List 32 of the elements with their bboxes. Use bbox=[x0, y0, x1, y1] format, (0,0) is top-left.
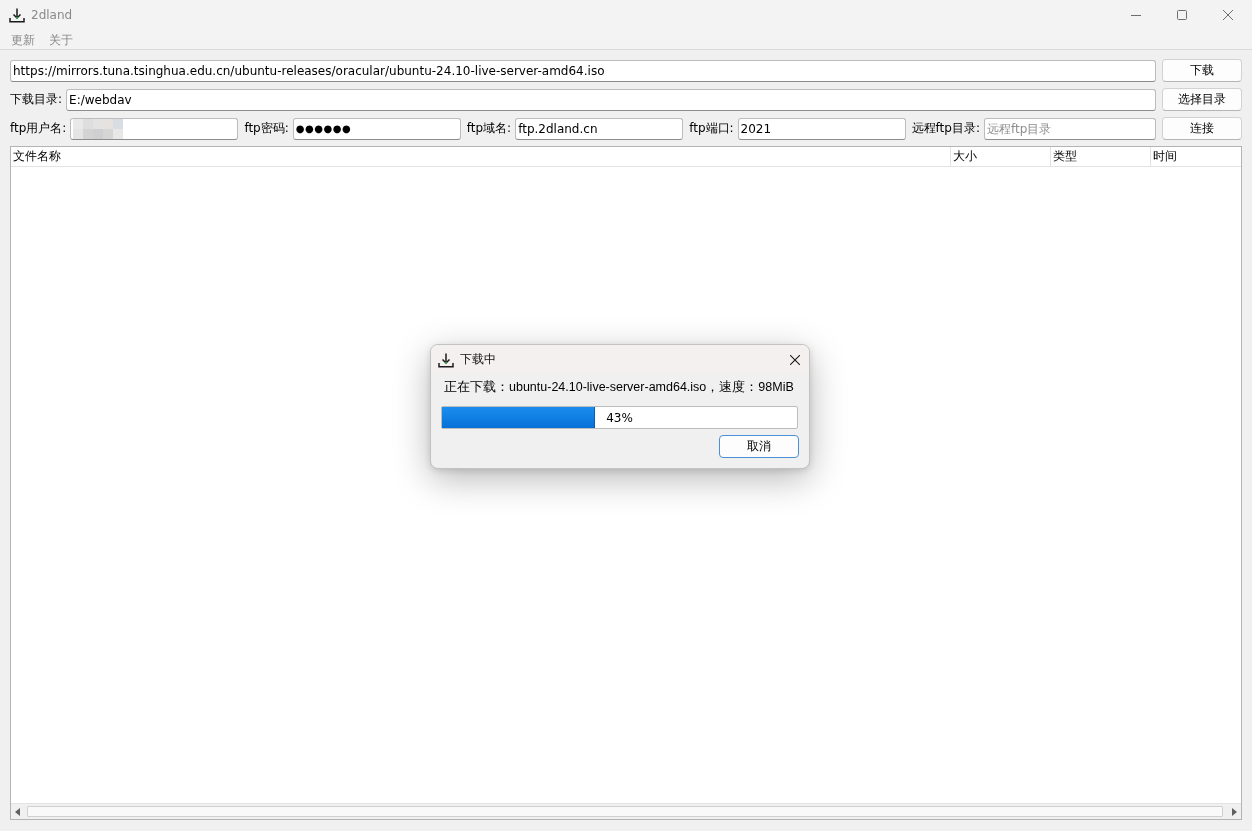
column-header[interactable]: 类型 bbox=[1051, 147, 1151, 166]
field-label: ftp域名: bbox=[466, 120, 512, 137]
field-label: ftp用户名: bbox=[10, 120, 67, 137]
column-header[interactable]: 大小 bbox=[951, 147, 1051, 166]
field-label: 下载目录: bbox=[10, 91, 63, 108]
field-label: ftp端口: bbox=[689, 120, 734, 137]
download-button[interactable]: 下载 bbox=[1162, 59, 1242, 82]
input-field[interactable]: 2021 bbox=[737, 117, 906, 140]
input-field[interactable]: 远程ftp目录 bbox=[983, 117, 1156, 140]
close-icon[interactable] bbox=[790, 354, 800, 365]
cancel-button[interactable]: 取消 bbox=[719, 435, 799, 458]
directory-field[interactable]: E:/webdav bbox=[66, 88, 1156, 111]
progress-percent-text: 43% bbox=[606, 410, 633, 425]
left-arrow-icon[interactable] bbox=[15, 807, 21, 816]
dialog-title: 下载中 bbox=[460, 351, 496, 368]
url-field[interactable]: https://mirrors.tuna.tsinghua.edu.cn/ubuntu-releases/oracular/ubuntu-24.10-live-server-amd64.iso bbox=[10, 59, 1156, 82]
connect-button[interactable]: 连接 bbox=[1162, 117, 1242, 140]
horizontal-scrollbar[interactable] bbox=[11, 803, 1241, 819]
download-icon bbox=[438, 351, 454, 368]
field-label: 远程ftp目录: bbox=[911, 120, 980, 137]
column-header[interactable]: 文件名称 bbox=[11, 147, 951, 166]
password-field[interactable]: ●●●●●● bbox=[292, 117, 461, 140]
download-icon bbox=[9, 7, 25, 23]
input-field[interactable]: ftp.2dland.cn bbox=[515, 117, 684, 140]
input-field[interactable] bbox=[70, 117, 239, 140]
field-label: ftp密码: bbox=[244, 120, 289, 137]
choose-directory-button[interactable]: 选择目录 bbox=[1162, 88, 1242, 111]
download-status-text: 正在下载：ubuntu-24.10-live-server-amd64.iso，速度：98MiB bbox=[444, 379, 794, 395]
window-title: 2dland bbox=[31, 8, 73, 22]
maximize-icon[interactable] bbox=[1177, 10, 1187, 20]
right-arrow-icon[interactable] bbox=[1231, 807, 1237, 816]
scrollbar-thumb[interactable] bbox=[27, 806, 1223, 817]
